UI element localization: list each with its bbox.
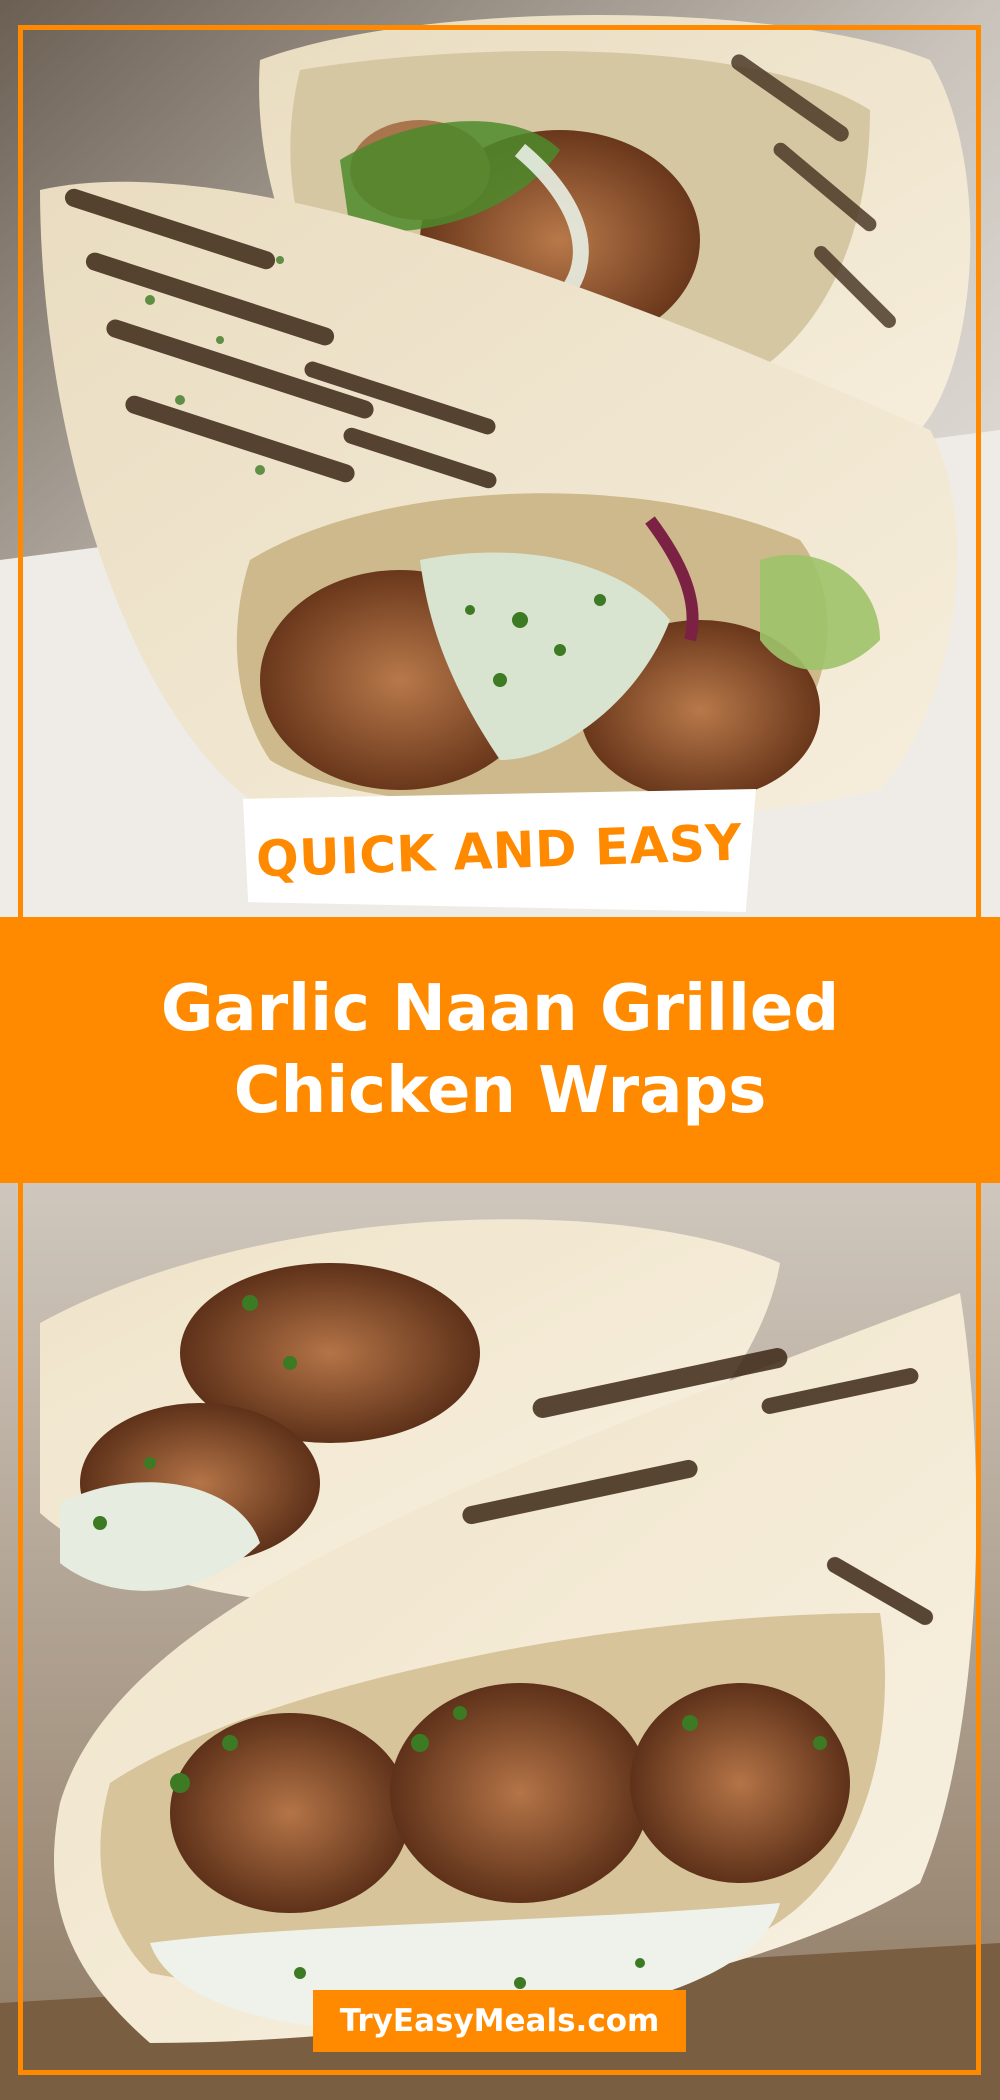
quick-and-easy-badge: QUICK AND EASY	[243, 789, 756, 912]
top-wrap-illustration	[0, 0, 1000, 917]
frame-right-edge-bottom	[976, 1183, 981, 2075]
title-line-2: Chicken Wraps	[233, 1054, 767, 1128]
frame-left-edge-bottom	[18, 1183, 23, 2075]
site-url-badge[interactable]: TryEasyMeals.com	[313, 1990, 686, 2052]
frame-bottom-edge	[18, 2070, 981, 2075]
top-photo	[0, 0, 1000, 917]
title-line-1: Garlic Naan Grilled	[160, 972, 840, 1046]
frame-right-edge-top	[976, 25, 981, 917]
bottom-wrap-illustration	[0, 1183, 1000, 2100]
title-banner: Garlic Naan Grilled Chicken Wraps	[0, 917, 1000, 1183]
site-url-text: TryEasyMeals.com	[339, 2003, 660, 2039]
quick-and-easy-text: QUICK AND EASY	[255, 813, 744, 888]
frame-top-edge	[18, 25, 981, 30]
bottom-photo	[0, 1183, 1000, 2100]
frame-left-edge-top	[18, 25, 23, 917]
